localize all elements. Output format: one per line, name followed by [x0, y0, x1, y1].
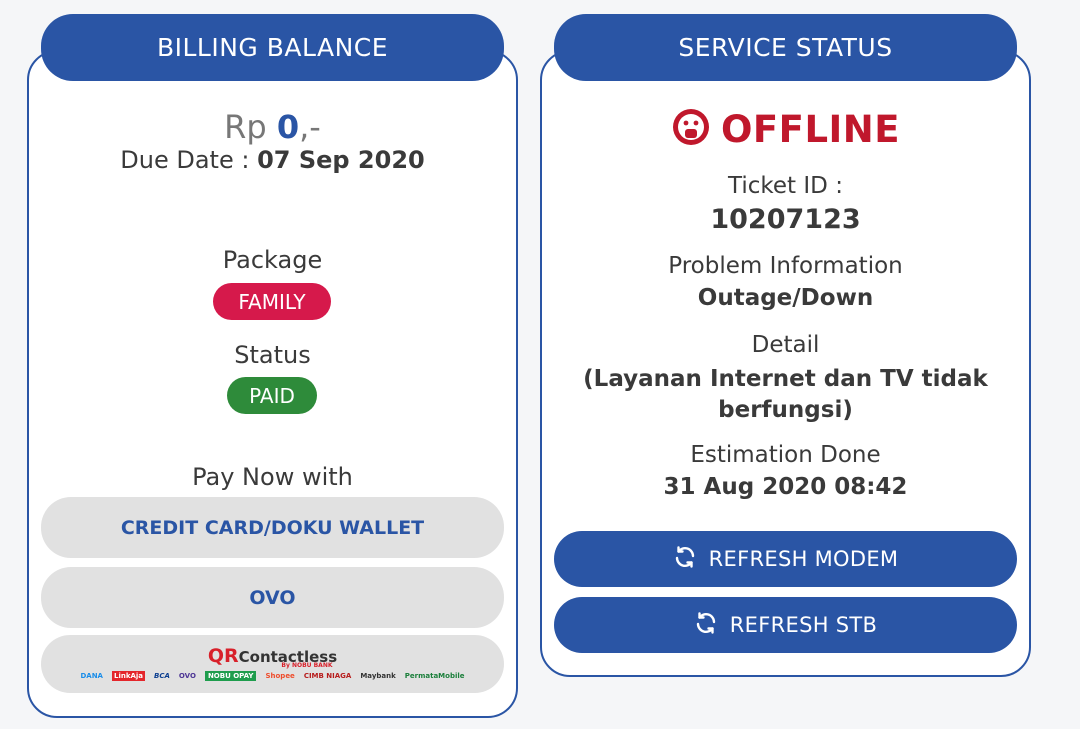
- paid-status-badge: PAID: [227, 377, 317, 414]
- shopee-logo: Shopee: [265, 671, 295, 680]
- linkaja-logo: LinkAja: [111, 670, 146, 681]
- due-date: Due Date : 07 Sep 2020: [41, 146, 504, 174]
- dana-logo: DANA: [80, 671, 103, 680]
- ticket-id-label: Ticket ID :: [728, 173, 843, 199]
- currency-label: Rp: [224, 108, 267, 146]
- pay-credit-card-doku-button[interactable]: CREDIT CARD/DOKU WALLET: [41, 497, 504, 558]
- status-label: Status: [234, 341, 311, 369]
- refresh-modem-label: REFRESH MODEM: [708, 547, 899, 571]
- due-date-value: 07 Sep 2020: [257, 146, 425, 174]
- detail-value: (Layanan Internet dan TV tidak berfungsi…: [583, 366, 988, 423]
- offline-status: OFFLINE: [554, 107, 1017, 151]
- package-badge: FAMILY: [213, 283, 331, 320]
- service-status-header: SERVICE STATUS: [554, 14, 1017, 81]
- ticket-id-value: 10207123: [710, 204, 861, 235]
- billing-amount: Rp 0,-: [41, 108, 504, 146]
- qr-by-nobu-bank: By NOBU BANK: [281, 661, 333, 669]
- maybank-logo: Maybank: [360, 671, 396, 680]
- payment-logos-strip: DANA LinkAja BCA OVO NOBU OPAY Shopee CI…: [80, 670, 465, 681]
- bca-logo: BCA: [154, 671, 170, 680]
- pay-now-label: Pay Now with: [192, 463, 353, 491]
- amount-value: 0: [276, 108, 300, 146]
- refresh-icon: [694, 611, 718, 640]
- refresh-stb-button[interactable]: REFRESH STB: [554, 597, 1017, 653]
- problem-information-value: Outage/Down: [697, 285, 874, 311]
- due-date-label: Due Date :: [120, 146, 250, 174]
- offline-status-text: OFFLINE: [720, 107, 901, 151]
- estimation-done-label: Estimation Done: [690, 442, 881, 468]
- package-label: Package: [222, 246, 323, 274]
- amount-suffix: ,-: [299, 108, 321, 146]
- refresh-icon: [673, 545, 697, 574]
- refresh-modem-button[interactable]: REFRESH MODEM: [554, 531, 1017, 587]
- pay-qr-contactless-button[interactable]: QRContactless By NOBU BANK DANA LinkAja …: [41, 635, 504, 693]
- problem-information-label: Problem Information: [668, 253, 903, 279]
- nobu-opay-logo: NOBU OPAY: [204, 670, 257, 681]
- sad-face-icon: [671, 107, 711, 151]
- billing-balance-header: BILLING BALANCE: [41, 14, 504, 81]
- cimb-niaga-logo: CIMB NIAGA: [303, 671, 352, 680]
- refresh-stb-label: REFRESH STB: [729, 613, 878, 637]
- estimation-done-value: 31 Aug 2020 08:42: [663, 474, 908, 500]
- pay-ovo-button[interactable]: OVO: [41, 567, 504, 628]
- detail-label: Detail: [751, 332, 820, 358]
- ovo-logo: OVO: [178, 671, 196, 680]
- permata-mobile-logo: PermataMobile: [404, 671, 465, 680]
